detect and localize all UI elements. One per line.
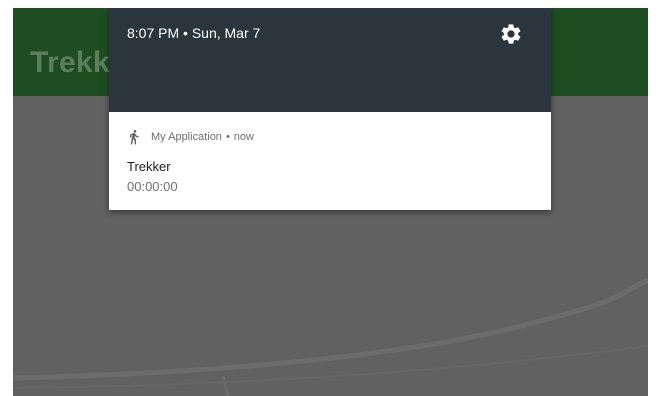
gear-icon: [501, 24, 521, 44]
settings-button[interactable]: [499, 22, 523, 46]
device-screen: Trekker 8:07 PM • Sun, Mar 7 My Applicat…: [13, 8, 648, 396]
notification-shade: 8:07 PM • Sun, Mar 7 My Application • no…: [109, 8, 551, 210]
notification-card[interactable]: My Application • now Trekker 00:00:00: [109, 112, 551, 210]
status-date-time: 8:07 PM • Sun, Mar 7: [127, 25, 261, 41]
notification-time: now: [233, 131, 254, 143]
notification-title: Trekker: [127, 159, 171, 174]
quick-settings-header: 8:07 PM • Sun, Mar 7: [109, 8, 551, 112]
walking-person-icon: [130, 130, 139, 145]
notification-text: 00:00:00: [127, 179, 178, 194]
notification-header: My Application • now: [126, 128, 254, 146]
notification-app-name: My Application: [151, 131, 222, 143]
header-separator: •: [225, 131, 230, 143]
